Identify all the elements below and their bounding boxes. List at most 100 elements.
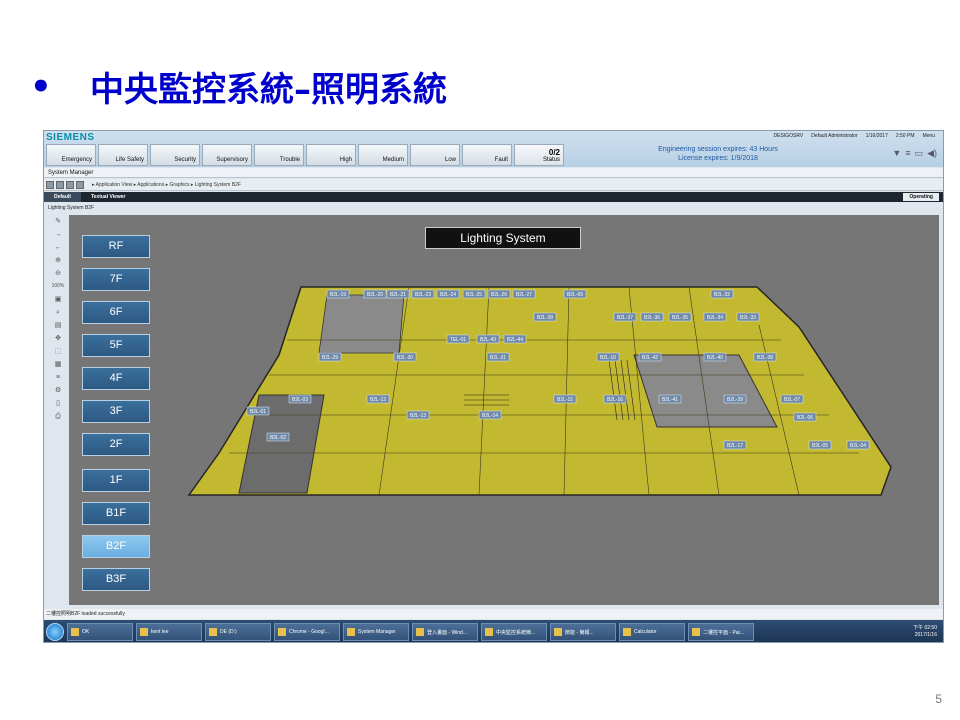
floor-button-1f[interactable]: 1F bbox=[82, 469, 150, 492]
select-icon[interactable]: ⬚ bbox=[55, 347, 62, 356]
taskbar-item[interactable]: 中央監控系統簡... bbox=[481, 623, 547, 641]
zone-label-b2l-04[interactable]: B2L-04 bbox=[846, 440, 870, 450]
taskbar-item[interactable]: System Manager bbox=[343, 623, 409, 641]
zone-label-b2l-23[interactable]: B2L-23 bbox=[411, 289, 435, 299]
floor-button-2f[interactable]: 2F bbox=[82, 433, 150, 456]
floor-button-b3f[interactable]: B3F bbox=[82, 568, 150, 591]
zone-label-b2l-34[interactable]: B2L-34 bbox=[703, 312, 727, 322]
zone-label-b2l-32[interactable]: B2L-32 bbox=[710, 289, 734, 299]
zone-label-b2l-03[interactable]: B2L-03 bbox=[288, 394, 312, 404]
category-medium[interactable]: Medium bbox=[358, 144, 408, 166]
refresh-icon[interactable] bbox=[76, 180, 84, 189]
arrow-right-icon[interactable]: → bbox=[55, 230, 62, 239]
zone-label-b2l-19[interactable]: B2L-19 bbox=[326, 289, 350, 299]
zone-label-b2l-33[interactable]: B2L-33 bbox=[736, 312, 760, 322]
zone-label-b2l-43[interactable]: B2L-43 bbox=[476, 334, 500, 344]
taskbar-item[interactable]: DE (D:) bbox=[205, 623, 271, 641]
floor-button-4f[interactable]: 4F bbox=[82, 367, 150, 390]
category-life-safety[interactable]: Life Safety bbox=[98, 144, 148, 166]
zone-label-b2l-15[interactable]: B2L-15 bbox=[553, 394, 577, 404]
list-icon[interactable]: ≡ bbox=[905, 148, 910, 159]
zoom-in-icon[interactable]: ⊕ bbox=[55, 256, 61, 265]
floor-button-6f[interactable]: 6F bbox=[82, 301, 150, 324]
menu-button[interactable]: Menu bbox=[922, 133, 935, 139]
zone-label-b2l-09[interactable]: B2L-09 bbox=[563, 289, 587, 299]
category-high[interactable]: High bbox=[306, 144, 356, 166]
zone-label-b2l-44[interactable]: B2L-44 bbox=[503, 334, 527, 344]
zone-label-b2l-10[interactable]: B2L-10 bbox=[596, 352, 620, 362]
zone-label-b2l-39[interactable]: B2L-39 bbox=[723, 394, 747, 404]
taskbar-item[interactable]: 二樓控平面 - Pai... bbox=[688, 623, 754, 641]
zone-label-b2l-07[interactable]: B2L-07 bbox=[780, 394, 804, 404]
zone-label-b2l-05[interactable]: B2L-05 bbox=[808, 440, 832, 450]
taskbar-item[interactable]: 節能 - 簡報... bbox=[550, 623, 616, 641]
category-trouble[interactable]: Trouble bbox=[254, 144, 304, 166]
zoom-out-icon[interactable]: ⊖ bbox=[55, 269, 61, 278]
taskbar-item[interactable]: OK bbox=[67, 623, 133, 641]
zone-label-b2l-16[interactable]: B2L-16 bbox=[603, 394, 627, 404]
operating-mode-button[interactable]: Operating bbox=[903, 193, 939, 201]
zone-label-b2l-25[interactable]: B2L-25 bbox=[462, 289, 486, 299]
zone-label-b2l-28[interactable]: B2L-28 bbox=[533, 312, 557, 322]
zone-label-tel-01[interactable]: TEL-01 bbox=[446, 334, 470, 344]
forward-icon[interactable] bbox=[56, 180, 64, 189]
grid-icon[interactable]: ▦ bbox=[55, 360, 62, 369]
zone-label-b2l-20[interactable]: B2L-20 bbox=[363, 289, 387, 299]
page-icon[interactable]: ▯ bbox=[56, 399, 60, 408]
start-button[interactable] bbox=[46, 623, 64, 641]
zone-label-b2l-13[interactable]: B2L-13 bbox=[406, 410, 430, 420]
taskbar-item[interactable]: Chrome - Googl... bbox=[274, 623, 340, 641]
floor-button-rf[interactable]: RF bbox=[82, 235, 150, 258]
layers-icon[interactable]: ▤ bbox=[55, 321, 62, 330]
menu-icon[interactable]: ≡ bbox=[56, 373, 60, 382]
taskbar-item[interactable]: kent lee bbox=[136, 623, 202, 641]
category-low[interactable]: Low bbox=[410, 144, 460, 166]
zone-label-b2l-38[interactable]: B2L-38 bbox=[753, 352, 777, 362]
zone-label-b2l-27[interactable]: B2L-27 bbox=[512, 289, 536, 299]
tab-default[interactable]: Default bbox=[44, 192, 81, 202]
category-emergency[interactable]: Emergency bbox=[46, 144, 96, 166]
floor-button-7f[interactable]: 7F bbox=[82, 268, 150, 291]
zone-label-b2l-42[interactable]: B2L-42 bbox=[638, 352, 662, 362]
pen-icon[interactable]: ✎ bbox=[55, 217, 61, 226]
zone-label-b2l-14[interactable]: B2L-14 bbox=[478, 410, 502, 420]
pan-icon[interactable]: ✥ bbox=[55, 334, 61, 343]
home-icon[interactable] bbox=[66, 180, 74, 189]
taskbar-item[interactable]: 登入畫面 - Wind... bbox=[412, 623, 478, 641]
back-icon[interactable] bbox=[46, 180, 54, 189]
zone-label-b2l-30[interactable]: B2L-30 bbox=[393, 352, 417, 362]
floor-button-b2f[interactable]: B2F bbox=[82, 535, 150, 558]
fit-icon[interactable]: ▣ bbox=[55, 295, 62, 304]
zone-label-b2l-02[interactable]: B2L-02 bbox=[266, 432, 290, 442]
category-fault[interactable]: Fault bbox=[462, 144, 512, 166]
zone-label-b2l-26[interactable]: B2L-26 bbox=[487, 289, 511, 299]
zone-label-b2l-17[interactable]: B2L-17 bbox=[723, 440, 747, 450]
zone-label-b2l-36[interactable]: B2L-36 bbox=[640, 312, 664, 322]
zone-label-b2l-29[interactable]: B2L-29 bbox=[318, 352, 342, 362]
zone-label-b2l-40[interactable]: B2L-40 bbox=[703, 352, 727, 362]
window-icon[interactable]: ▭ bbox=[915, 148, 924, 159]
zone-label-b2l-41[interactable]: B2L-41 bbox=[658, 394, 682, 404]
zone-label-b2l-21[interactable]: B2L-21 bbox=[386, 289, 410, 299]
floor-button-5f[interactable]: 5F bbox=[82, 334, 150, 357]
zone-label-b2l-35[interactable]: B2L-35 bbox=[668, 312, 692, 322]
filter-icon[interactable]: ▼ bbox=[892, 148, 901, 159]
tab-textual-viewer[interactable]: Textual Viewer bbox=[81, 192, 136, 202]
arrow-left-icon[interactable]: ← bbox=[55, 243, 62, 252]
zone-label-b2l-06[interactable]: B2L-06 bbox=[793, 412, 817, 422]
zone-label-b2l-24[interactable]: B2L-24 bbox=[436, 289, 460, 299]
floor-button-3f[interactable]: 3F bbox=[82, 400, 150, 423]
taskbar-item[interactable]: Calculator bbox=[619, 623, 685, 641]
floor-button-b1f[interactable]: B1F bbox=[82, 502, 150, 525]
zone-label-b2l-01[interactable]: B2L-01 bbox=[246, 406, 270, 416]
status-button[interactable]: 0/2 Status bbox=[514, 144, 564, 166]
category-supervisory[interactable]: Supervisory bbox=[202, 144, 252, 166]
breadcrumb[interactable]: ▸ Application View ▸ Applications ▸ Grap… bbox=[92, 182, 241, 188]
zone-label-b2l-12[interactable]: B2L-12 bbox=[366, 394, 390, 404]
print-icon[interactable]: ⎙ bbox=[55, 412, 61, 421]
speaker-icon[interactable]: ◀) bbox=[927, 148, 937, 159]
category-security[interactable]: Security bbox=[150, 144, 200, 166]
search-icon[interactable]: ⌕ bbox=[56, 308, 60, 317]
settings-icon[interactable]: ⚙ bbox=[55, 386, 61, 395]
zone-label-b2l-37[interactable]: B2L-37 bbox=[613, 312, 637, 322]
